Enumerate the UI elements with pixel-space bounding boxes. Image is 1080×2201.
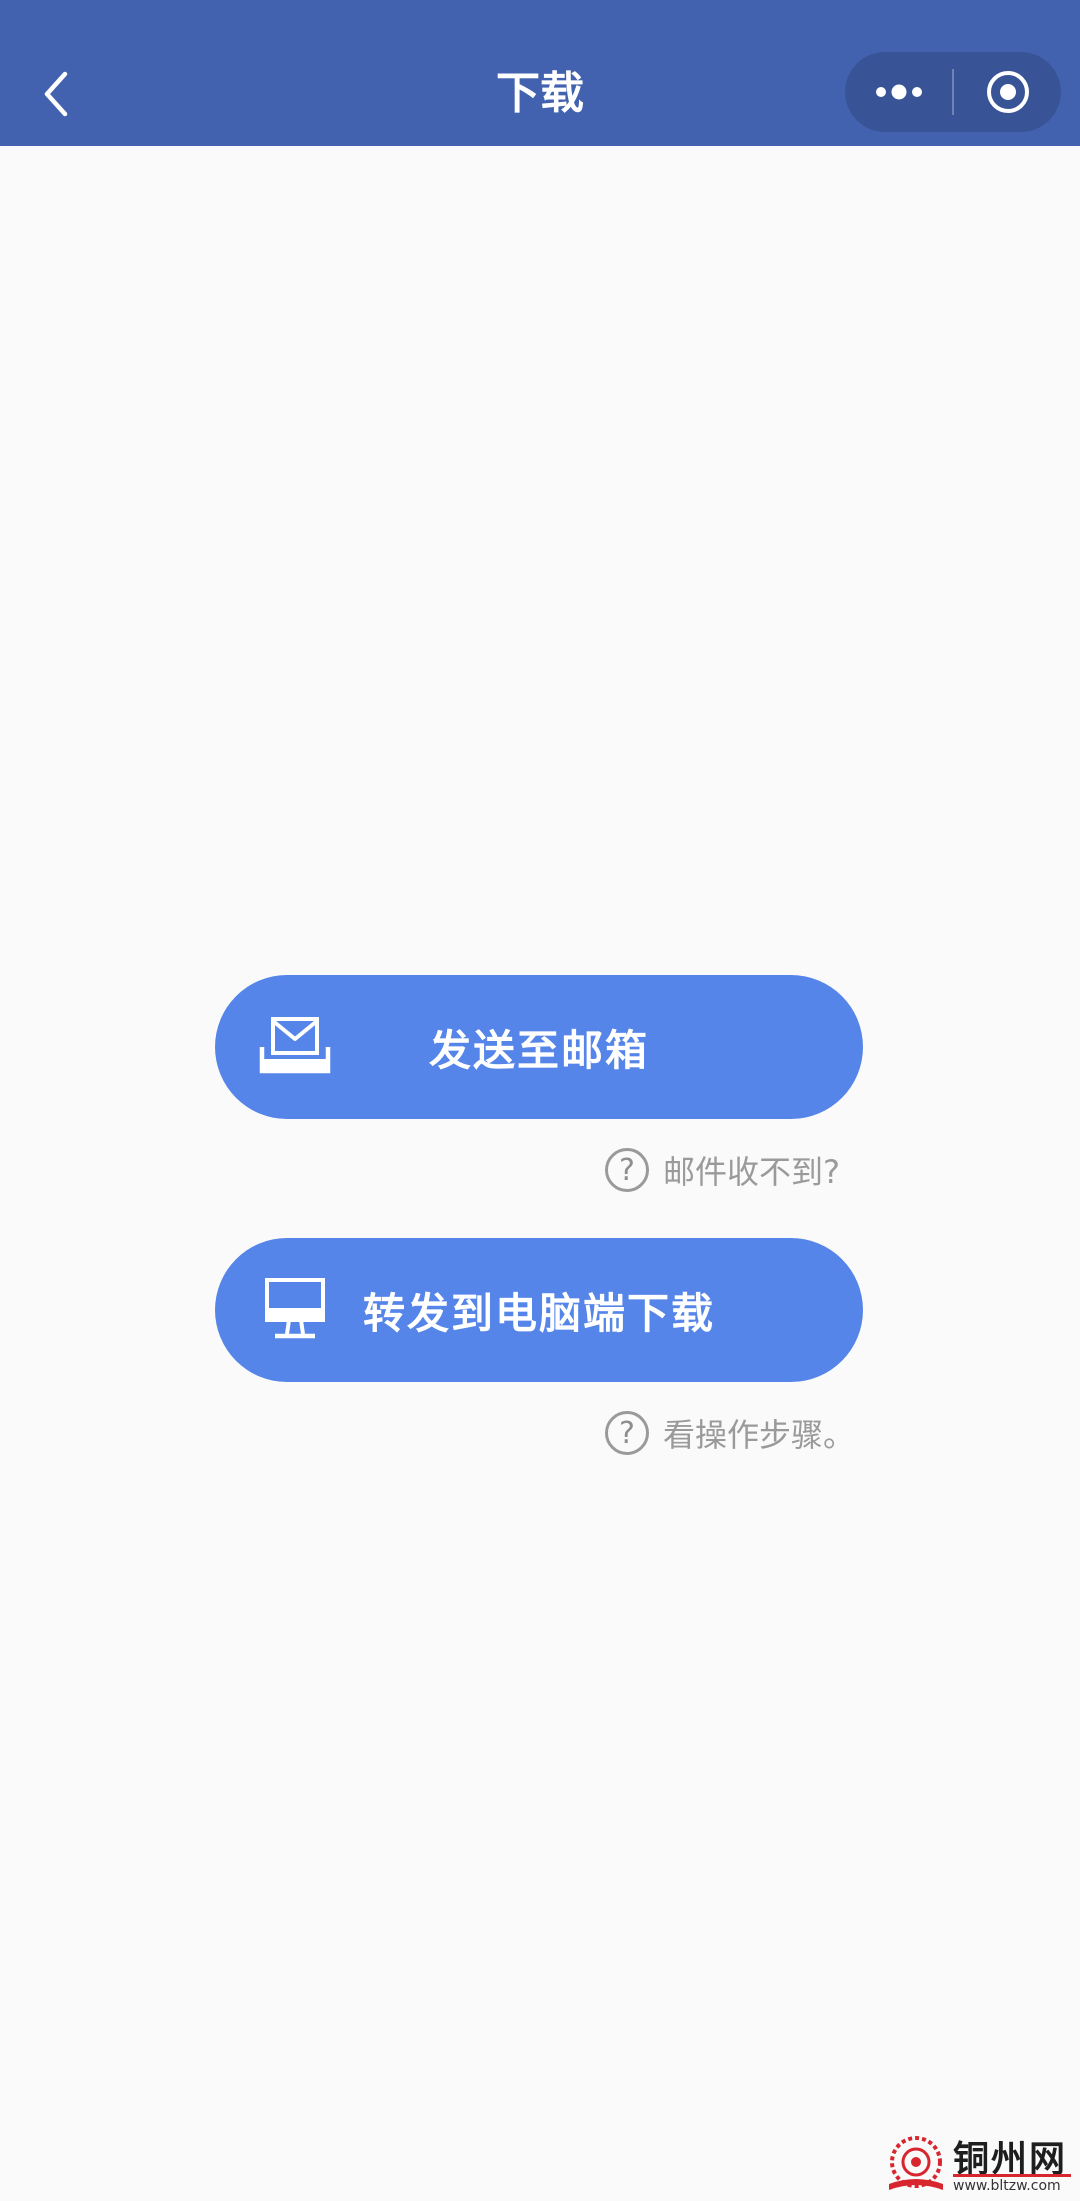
- more-button[interactable]: [845, 52, 952, 132]
- more-dots-icon: [875, 84, 922, 100]
- site-watermark: 铜州网 www.bltzw.com: [885, 2130, 1075, 2198]
- steps-help-text: 看操作步骤。: [663, 1416, 856, 1454]
- inbox-tray-icon: [259, 1017, 331, 1074]
- close-mini-program-button[interactable]: [954, 52, 1061, 132]
- forward-to-pc-button[interactable]: 转发到电脑端下载: [215, 1238, 863, 1382]
- question-icon: ?: [605, 1411, 649, 1455]
- target-circle-icon: [986, 71, 1029, 113]
- watermark-url: www.bltzw.com: [953, 2178, 1061, 2194]
- monitor-icon: [265, 1278, 325, 1339]
- download-page: 下载 发送至邮箱 ? 邮件收不到? 转发到电脑端下载 ? 看操作步骤。 铜州网 …: [0, 0, 1080, 2201]
- site-logo-icon: [889, 2136, 943, 2190]
- email-not-received-link[interactable]: ? 邮件收不到?: [605, 1142, 840, 1198]
- nav-header: 下载: [0, 0, 1080, 146]
- mini-program-capsule: [845, 52, 1061, 132]
- email-help-text: 邮件收不到?: [663, 1153, 840, 1191]
- watermark-divider: [953, 2174, 1071, 2177]
- send-to-email-button[interactable]: 发送至邮箱: [215, 975, 863, 1119]
- question-icon: ?: [605, 1148, 649, 1192]
- view-steps-link[interactable]: ? 看操作步骤。: [605, 1405, 855, 1461]
